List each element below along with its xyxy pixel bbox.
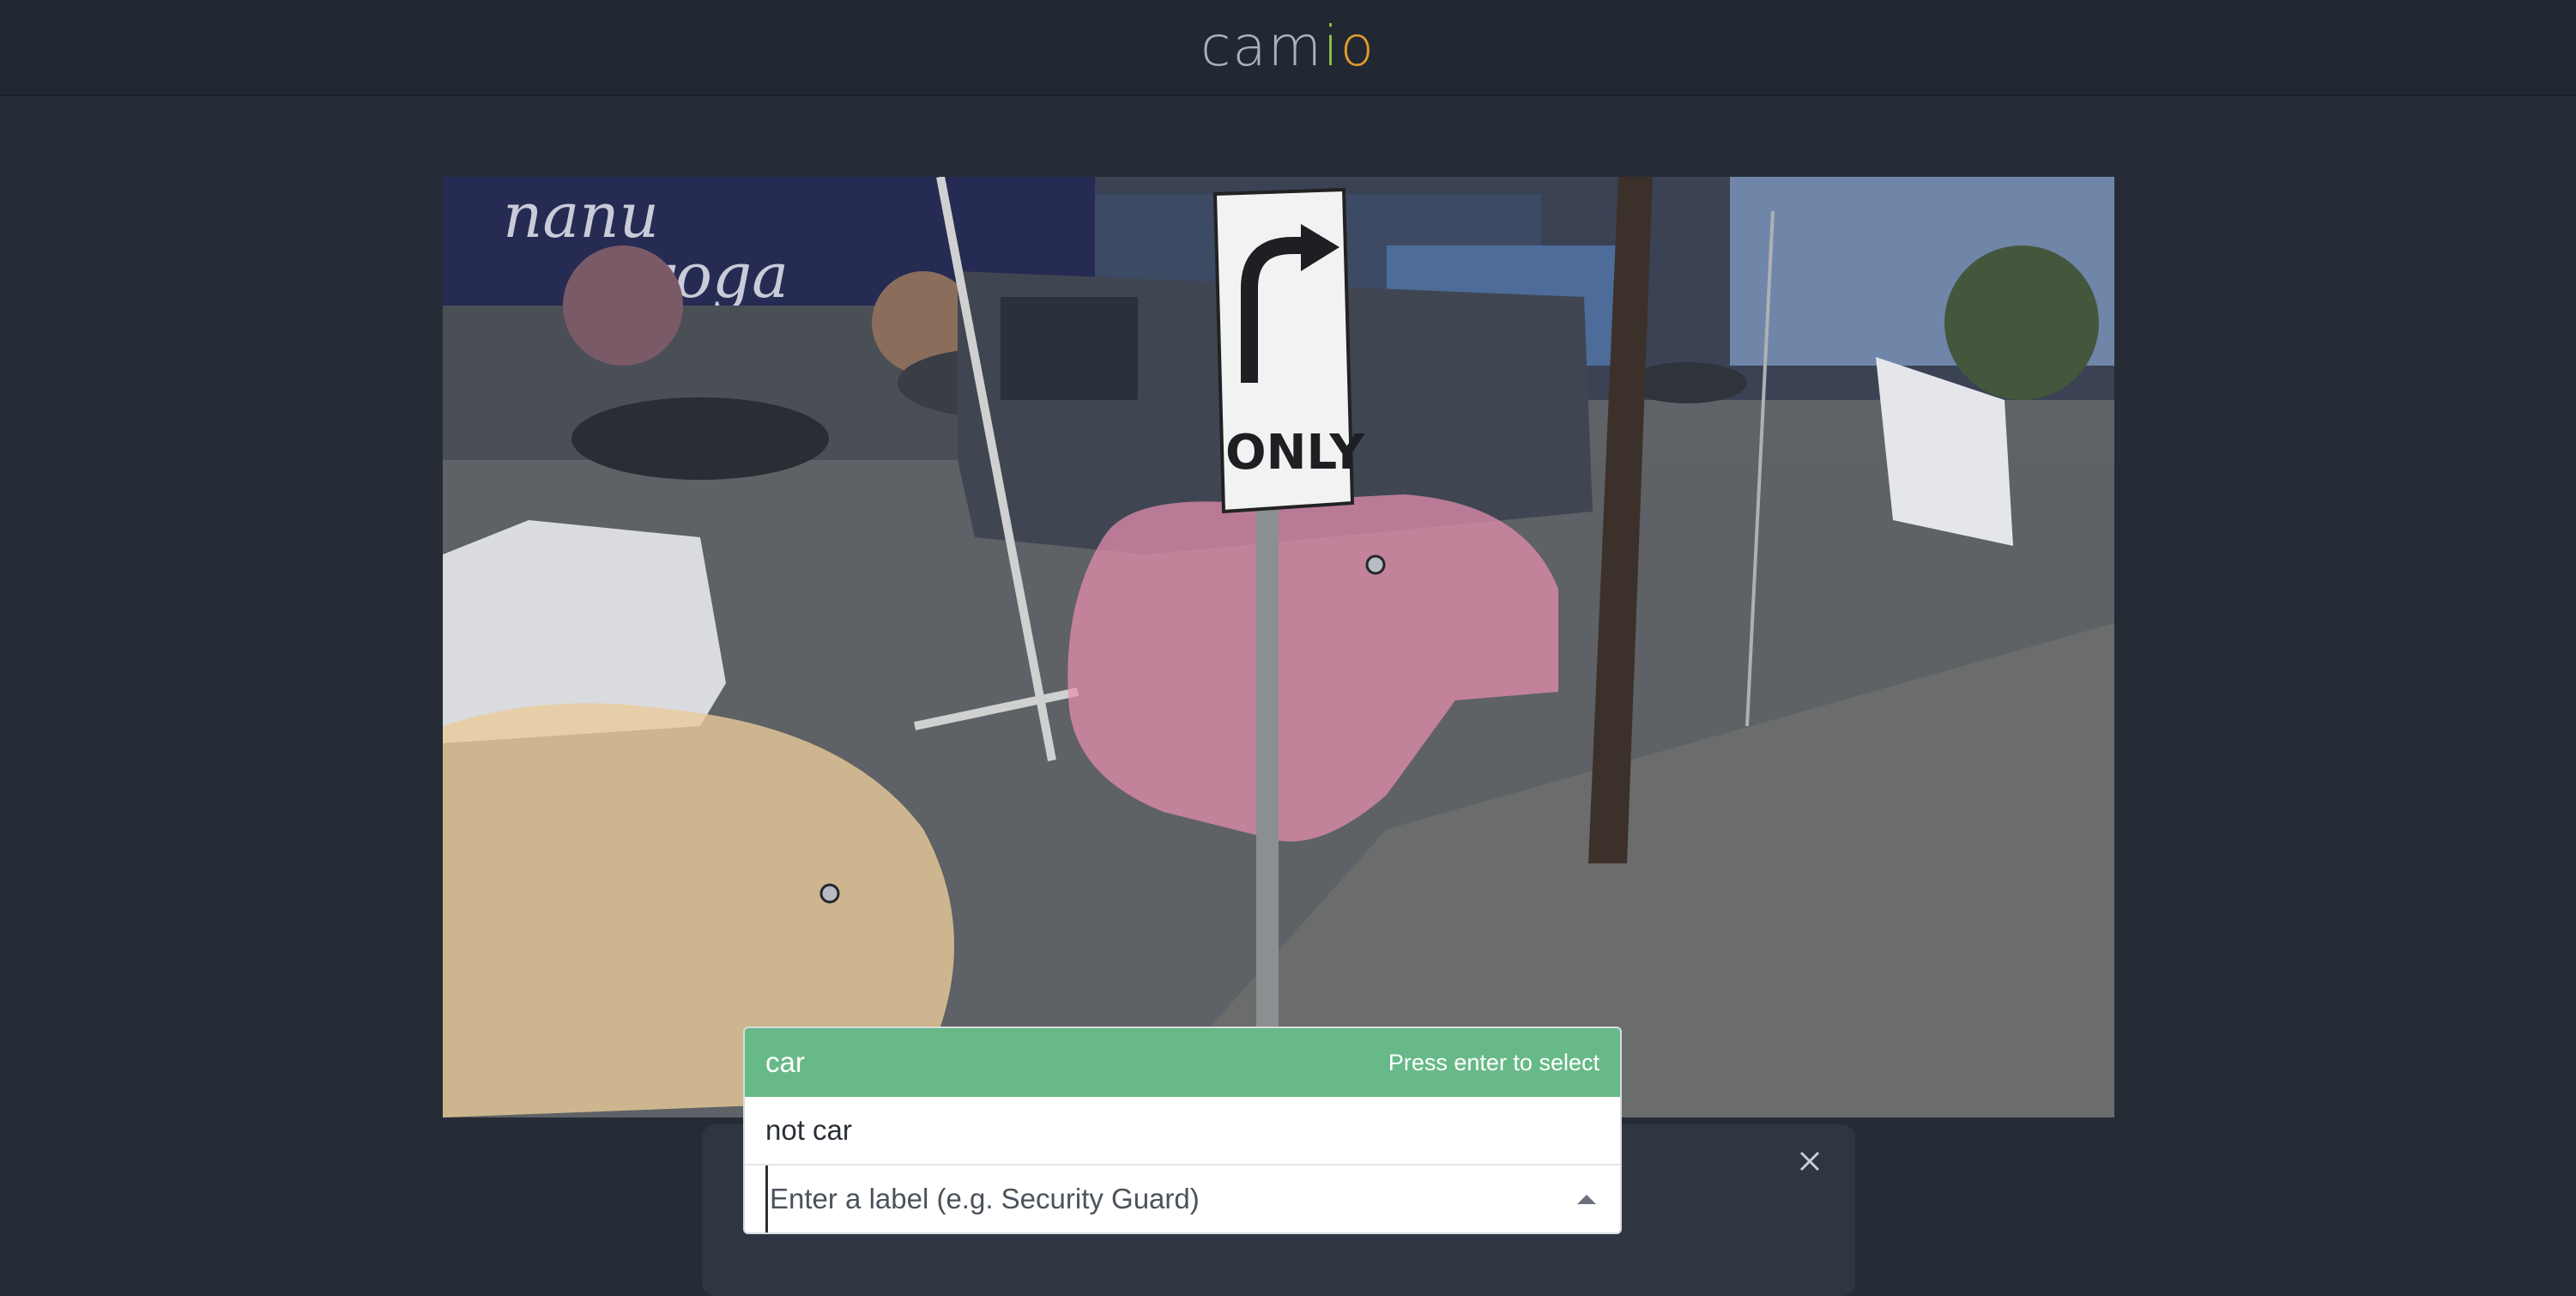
option-car[interactable]: car Press enter to select bbox=[745, 1028, 1620, 1097]
camera-frame[interactable]: nanu yoga ONLY bbox=[443, 177, 2114, 1117]
option-label: car bbox=[765, 1046, 805, 1078]
segment-point[interactable] bbox=[1365, 554, 1386, 575]
label-dropdown: car Press enter to select not car bbox=[743, 1027, 1622, 1234]
option-not-car[interactable]: not car bbox=[745, 1097, 1620, 1166]
label-input-row bbox=[745, 1166, 1620, 1232]
camera-scene: nanu yoga ONLY bbox=[443, 177, 2114, 1117]
top-bar: camio bbox=[0, 0, 2576, 96]
option-hint: Press enter to select bbox=[1388, 1049, 1599, 1075]
label-input[interactable] bbox=[765, 1166, 1599, 1232]
logo-part: o bbox=[1339, 15, 1376, 79]
camio-logo[interactable]: camio bbox=[1200, 20, 1376, 75]
sign-text: ONLY bbox=[1225, 425, 1365, 481]
caret-up-icon[interactable] bbox=[1577, 1195, 1596, 1204]
close-icon bbox=[1799, 1151, 1820, 1172]
segment-point[interactable] bbox=[819, 883, 840, 904]
logo-part: cam bbox=[1200, 15, 1323, 79]
close-button[interactable] bbox=[1797, 1148, 1823, 1174]
logo-part: i bbox=[1322, 15, 1340, 79]
option-label: not car bbox=[765, 1114, 852, 1146]
mural-text: nanu bbox=[503, 179, 659, 251]
